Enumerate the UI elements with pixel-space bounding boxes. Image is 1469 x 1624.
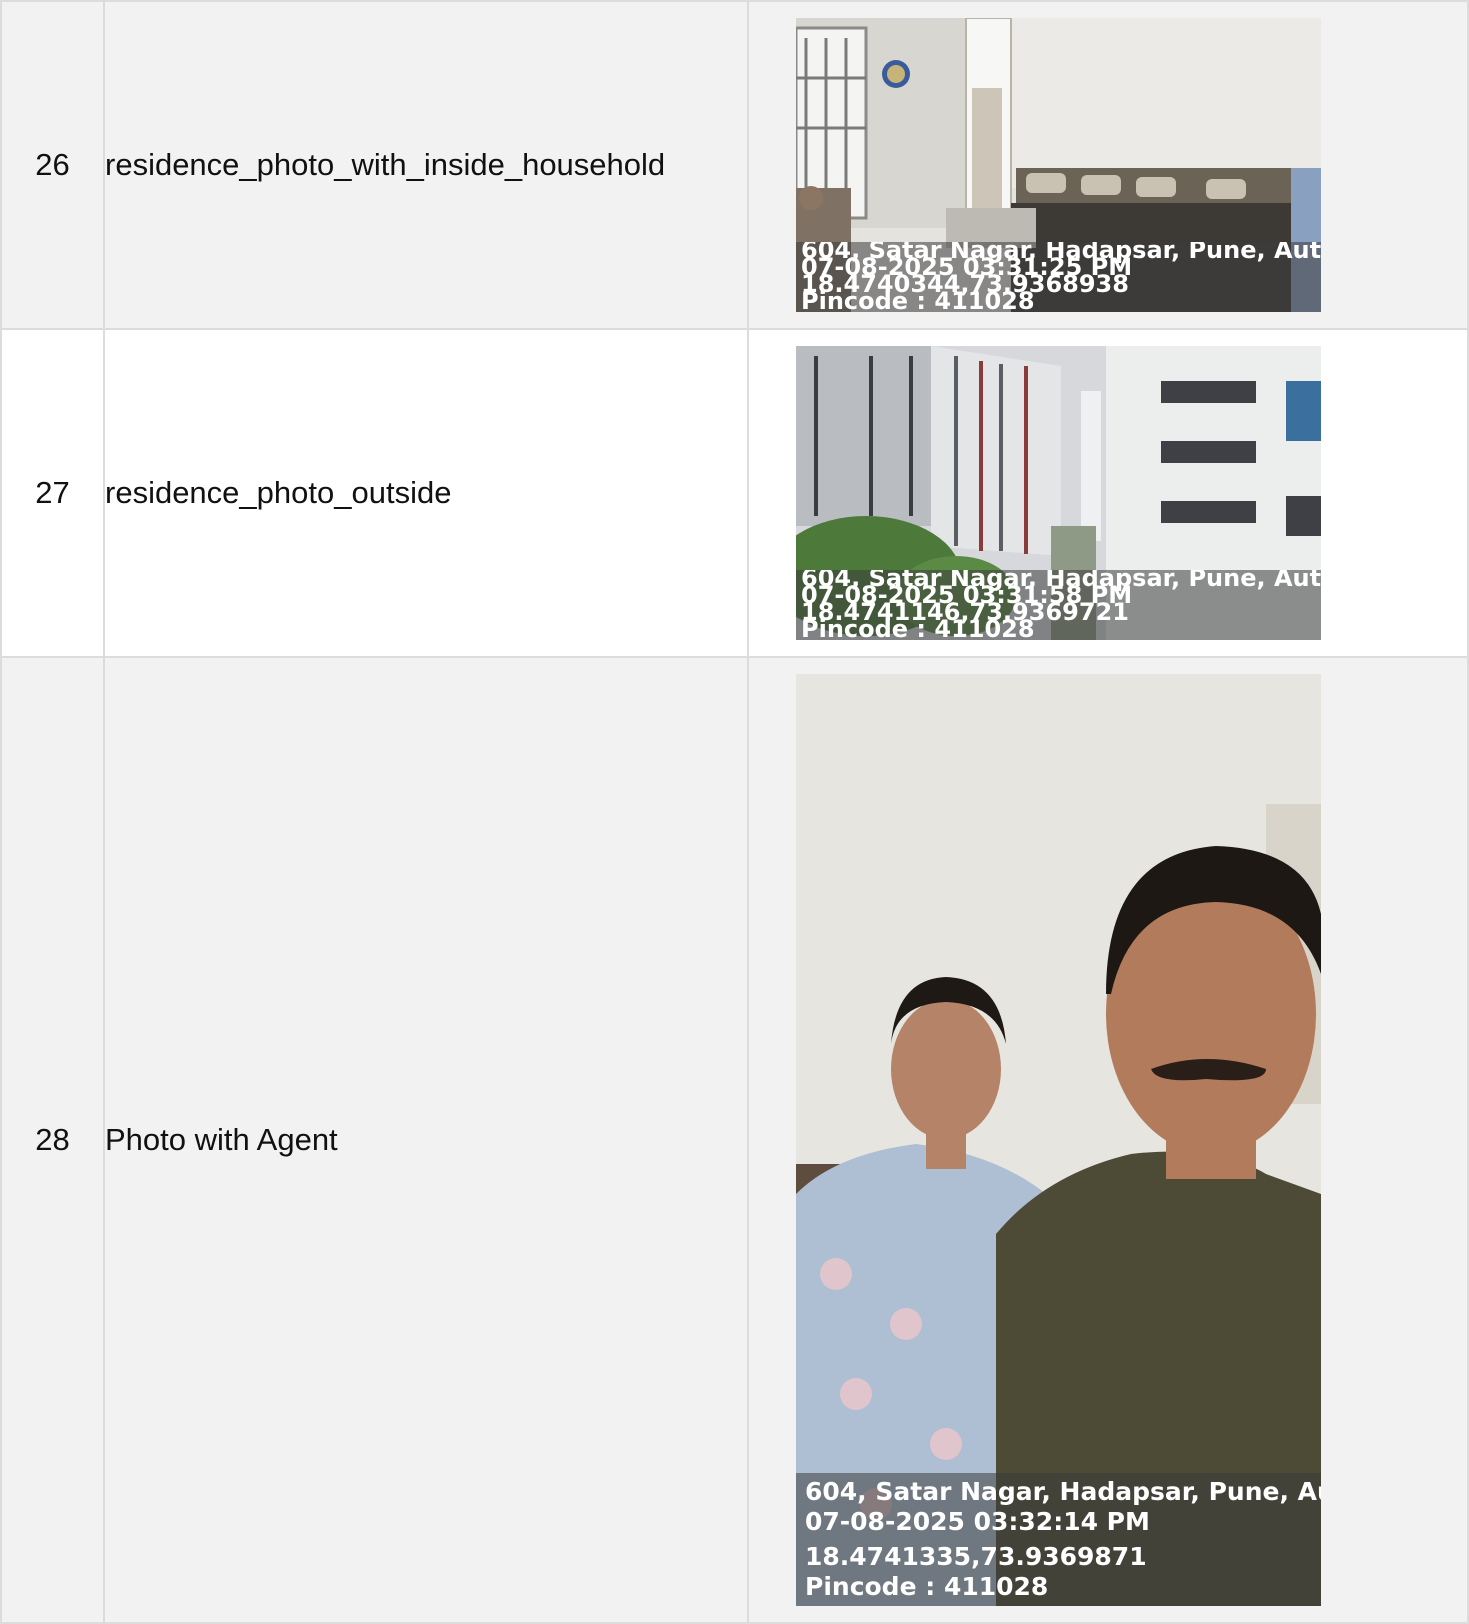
row-index: 27 — [0, 328, 105, 658]
stamp-address: 604, Satar Nagar, Hadapsar, Pune, Autadw… — [805, 1477, 1321, 1506]
row-label: Photo with Agent — [103, 656, 749, 1624]
table-row: 28 Photo with Agent 604, Satar Nagar, Ha… — [0, 656, 1469, 1624]
row-label: residence_photo_outside — [103, 328, 749, 658]
residence-outside-photo[interactable]: 604, Satar Nagar, Hadapsar, Pune, Autadw… — [796, 346, 1321, 640]
photo-stamp: 604, Satar Nagar, Hadapsar, Pune, Autadw… — [796, 242, 1321, 312]
photo-stamp: 604, Satar Nagar, Hadapsar, Pune, Autadw… — [796, 1473, 1321, 1606]
stamp-pincode: Pincode : 411028 — [805, 1572, 1049, 1601]
row-label: residence_photo_with_inside_household — [103, 0, 749, 330]
residence-inside-photo[interactable]: 604, Satar Nagar, Hadapsar, Pune, Autadw… — [796, 18, 1321, 312]
table-row: 27 residence_photo_outside 604, Satar Na… — [0, 328, 1469, 658]
table-row: 26 residence_photo_with_inside_household — [0, 0, 1469, 330]
photo-stamp: 604, Satar Nagar, Hadapsar, Pune, Autadw… — [796, 570, 1321, 640]
stamp-coords: 18.4741335,73.9369871 — [805, 1542, 1147, 1571]
photo-cell: 604, Satar Nagar, Hadapsar, Pune, Autadw… — [747, 0, 1469, 330]
photo-cell: 604, Satar Nagar, Hadapsar, Pune, Autadw… — [747, 328, 1469, 658]
photo-table: 26 residence_photo_with_inside_household — [0, 0, 1469, 1624]
agent-selfie-image — [796, 674, 1321, 1606]
row-index: 28 — [0, 656, 105, 1624]
agent-selfie-photo[interactable]: 604, Satar Nagar, Hadapsar, Pune, Autadw… — [796, 674, 1321, 1606]
photo-cell: 604, Satar Nagar, Hadapsar, Pune, Autadw… — [747, 656, 1469, 1624]
row-index: 26 — [0, 0, 105, 330]
stamp-datetime: 07-08-2025 03:32:14 PM — [805, 1507, 1150, 1536]
